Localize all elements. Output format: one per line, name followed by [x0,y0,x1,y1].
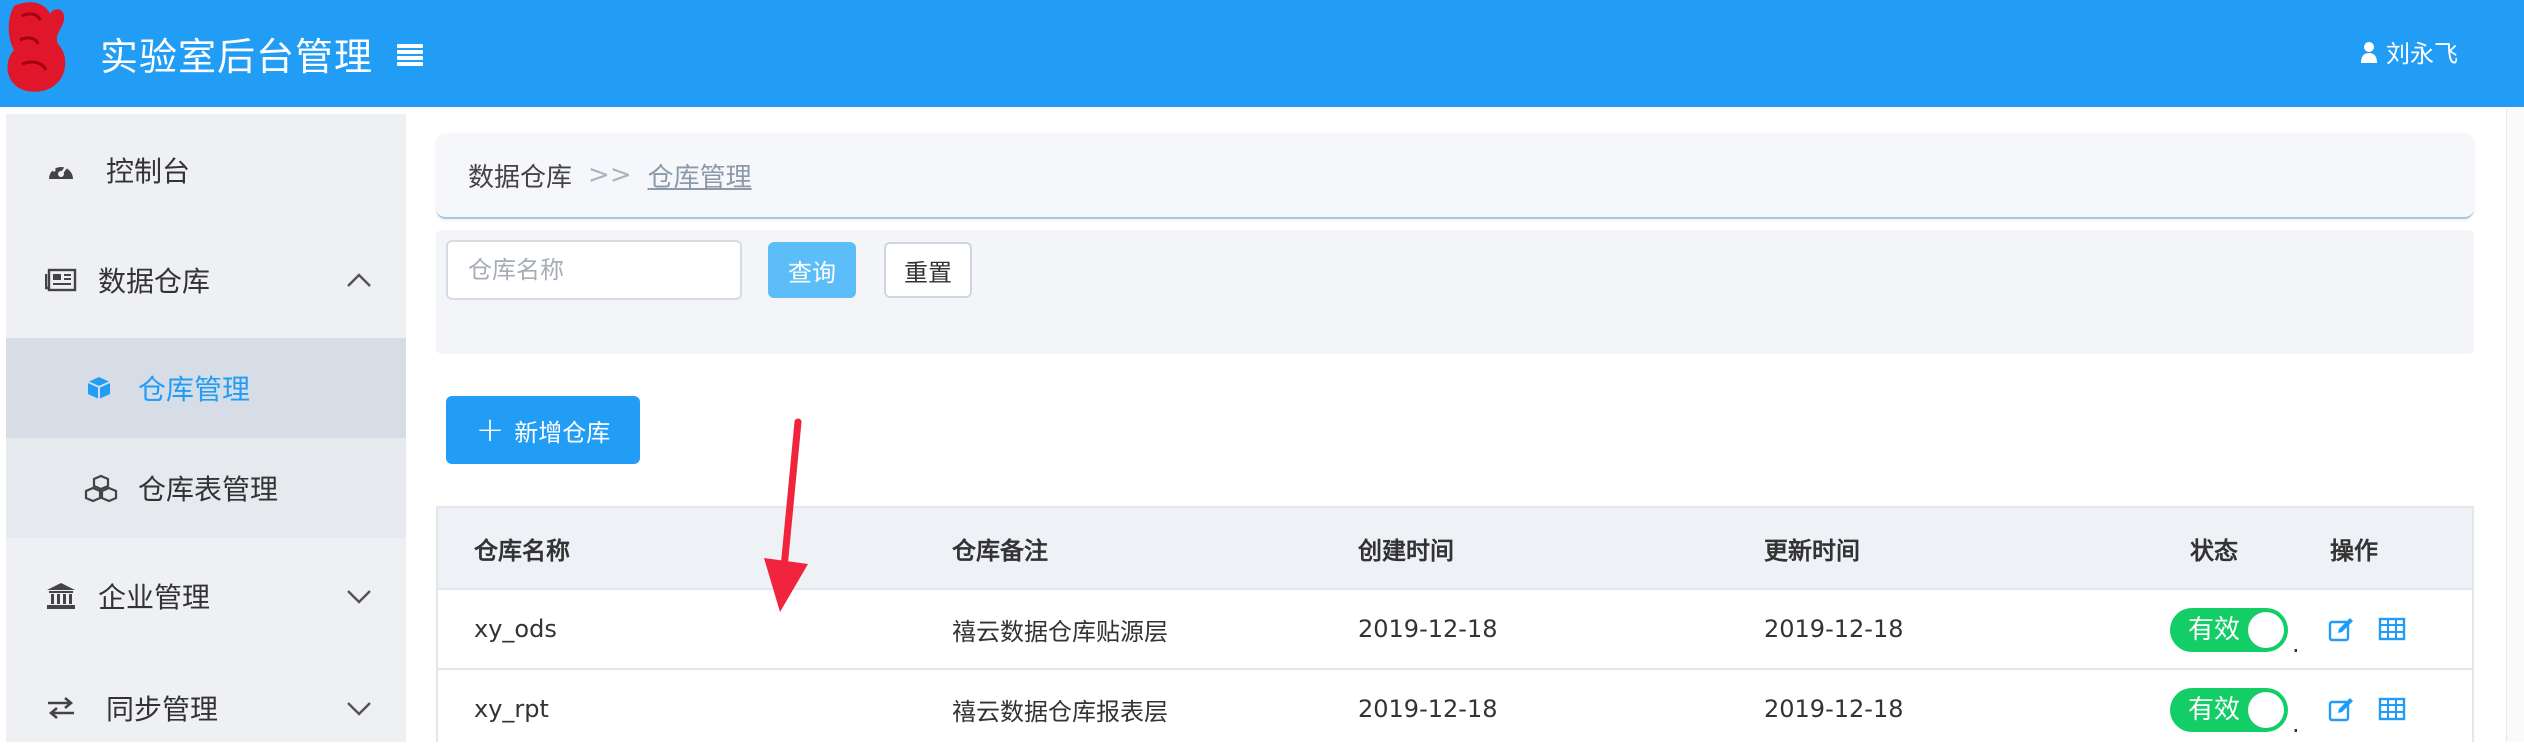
sidebar-item-label: 数据仓库 [98,265,211,298]
sidebar: 控制台 数据仓库 仓库管理 仓库表管理 企业管理 同步管理 [6,114,406,742]
sidebar-item-data-warehouse[interactable]: 数据仓库 [6,250,406,310]
cell-remark: 禧云数据仓库报表层 [952,697,1168,726]
sidebar-item-dashboard[interactable]: 控制台 [6,140,406,200]
user-icon [2361,41,2377,63]
column-header: 操作 [2330,536,2378,565]
sidebar-item-label: 同步管理 [106,693,219,726]
query-button[interactable]: 查询 [768,242,856,298]
exchange-icon [44,693,78,723]
sidebar-item-label: 企业管理 [98,581,211,614]
plus-icon: + [475,410,505,450]
edit-icon[interactable] [2328,696,2356,722]
breadcrumb-current[interactable]: 仓库管理 [648,157,752,194]
cell-created: 2019-12-18 [1358,615,1498,643]
column-header: 仓库名称 [474,536,570,565]
warehouse-name-input[interactable] [446,240,742,300]
filter-bar: 查询 重置 [436,230,2474,354]
menu-toggle-icon[interactable] [397,44,423,66]
toggle-knob [2248,692,2284,728]
table-row: xy_ods 禧云数据仓库贴源层 2019-12-18 2019-12-18 有… [438,588,2472,668]
user-name: 刘永飞 [2386,40,2458,68]
cell-created: 2019-12-18 [1358,695,1498,723]
column-header: 创建时间 [1358,536,1454,565]
cell-name: xy_ods [474,615,557,643]
chevron-down-icon [347,590,371,604]
status-toggle-label: 有效 [2188,615,2241,645]
breadcrumb-separator: >> [588,160,632,190]
dashboard-icon [44,155,78,185]
status-toggle[interactable]: 有效 [2170,688,2288,732]
sidebar-item-label: 仓库管理 [138,373,251,406]
cube-icon [82,373,116,403]
column-header: 状态 [2190,536,2238,565]
sidebar-item-label: 控制台 [106,155,191,188]
cell-remark: 禧云数据仓库贴源层 [952,617,1168,646]
breadcrumb: 数据仓库 >> 仓库管理 [436,133,2474,219]
newspaper-icon [44,265,78,295]
sidebar-item-table-manage[interactable]: 仓库表管理 [6,438,406,538]
sidebar-item-warehouse-manage[interactable]: 仓库管理 [6,338,406,438]
cell-updated: 2019-12-18 [1764,615,1904,643]
annotation-arrow-icon [764,418,808,612]
sidebar-item-sync[interactable]: 同步管理 [6,678,406,738]
table-icon[interactable] [2378,696,2406,722]
bank-icon [44,581,78,611]
user-menu[interactable]: 刘永飞 [2360,34,2458,69]
cell-updated: 2019-12-18 [1764,695,1904,723]
app-title: 实验室后台管理 [100,35,374,79]
add-warehouse-label: 新增仓库 [514,418,611,447]
table-row: xy_rpt 禧云数据仓库报表层 2019-12-18 2019-12-18 有… [438,668,2472,748]
column-header: 更新时间 [1764,536,1860,565]
chevron-up-icon [347,273,371,287]
add-warehouse-button[interactable]: + 新增仓库 [446,396,640,464]
column-header: 仓库备注 [952,536,1048,565]
page-scrollbar[interactable] [2506,108,2524,742]
breadcrumb-root: 数据仓库 [468,162,573,193]
table-icon[interactable] [2378,616,2406,642]
status-toggle-label: 有效 [2188,695,2241,725]
top-header: 实验室后台管理 刘永飞 [0,0,2524,107]
table-header: 仓库名称 仓库备注 创建时间 更新时间 状态 操作 [438,508,2472,588]
warehouse-table: 仓库名称 仓库备注 创建时间 更新时间 状态 操作 xy_ods 禧云数据仓库贴… [436,506,2474,748]
toggle-knob [2248,612,2284,648]
cell-name: xy_rpt [474,695,549,723]
logo-icon [7,2,66,92]
sidebar-item-enterprise[interactable]: 企业管理 [6,566,406,626]
status-toggle[interactable]: 有效 [2170,608,2288,652]
edit-icon[interactable] [2328,616,2356,642]
chevron-down-icon [347,702,371,716]
cubes-icon [84,473,118,503]
reset-button[interactable]: 重置 [884,242,972,298]
sidebar-item-label: 仓库表管理 [138,473,279,506]
